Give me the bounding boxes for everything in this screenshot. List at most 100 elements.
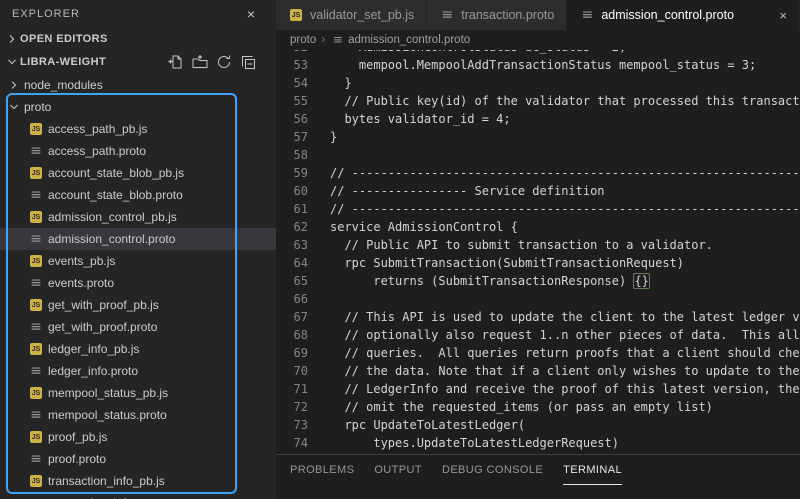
- file-name: admission_control.proto: [48, 232, 176, 246]
- code-line[interactable]: 65 returns (SubmitTransactionResponse) {…: [276, 272, 800, 290]
- workspace-section[interactable]: LIBRA-WEIGHT: [0, 50, 276, 74]
- line-number: 58: [293, 148, 308, 162]
- file-type-icon: [28, 429, 44, 445]
- file-row[interactable]: access_path_pb.js: [0, 118, 276, 140]
- file-row[interactable]: get_with_proof.proto: [0, 316, 276, 338]
- code-line[interactable]: 60 // ---------------- Service definitio…: [276, 182, 800, 200]
- file-row[interactable]: get_with_proof_pb.js: [0, 294, 276, 316]
- code-text: // -------------------------------------…: [330, 166, 800, 180]
- file-type-icon: [28, 451, 44, 467]
- file-name: account_state_blob_pb.js: [48, 166, 185, 180]
- file-type-icon: [28, 407, 44, 423]
- code-line[interactable]: 56 bytes validator_id = 4;: [276, 110, 800, 128]
- line-number: 62: [293, 220, 308, 234]
- file-row[interactable]: transaction_info_pb.js: [0, 470, 276, 492]
- code-text: bytes validator_id = 4;: [330, 112, 511, 126]
- line-number: 63: [293, 238, 308, 252]
- file-row[interactable]: ledger_info_pb.js: [0, 338, 276, 360]
- file-type-icon: [28, 275, 44, 291]
- tab-label: transaction.proto: [461, 8, 555, 22]
- code-line[interactable]: 70 // the data. Note that if a client on…: [276, 362, 800, 380]
- panel-tab-label: DEBUG CONSOLE: [441, 463, 544, 476]
- panel-tab[interactable]: DEBUG CONSOLE: [442, 455, 543, 485]
- file-row[interactable]: account_state_blob.proto: [0, 184, 276, 206]
- folder-node-modules[interactable]: node_modules: [0, 74, 276, 96]
- line-number: 73: [293, 418, 308, 432]
- editor-tab[interactable]: admission_control.proto ×: [567, 0, 800, 30]
- open-editors-section[interactable]: OPEN EDITORS: [0, 28, 276, 50]
- code-line[interactable]: 73 rpc UpdateToLatestLedger(: [276, 416, 800, 434]
- file-type-icon: [28, 143, 44, 159]
- line-number: 65: [293, 274, 308, 288]
- tab-close-icon[interactable]: ×: [779, 9, 787, 22]
- panel-tab-bar: PROBLEMS OUTPUT DEBUG CONSOLE TERMINAL: [290, 455, 800, 485]
- code-line[interactable]: 72 // omit the requested_items (or pass …: [276, 398, 800, 416]
- file-row[interactable]: events_pb.js: [0, 250, 276, 272]
- file-row[interactable]: proof.proto: [0, 448, 276, 470]
- code-lines: 52 AdmissionControlStatus ac_status = 2;…: [276, 50, 800, 452]
- code-line[interactable]: 71 // LedgerInfo and receive the proof o…: [276, 380, 800, 398]
- line-number: 67: [293, 310, 308, 324]
- code-line[interactable]: 63 // Public API to submit transaction t…: [276, 236, 800, 254]
- file-name: transaction_info_pb.js: [48, 474, 165, 488]
- code-line[interactable]: 68 // optionally also request 1..n other…: [276, 326, 800, 344]
- panel-tab[interactable]: TERMINAL: [563, 455, 622, 485]
- panel-tab[interactable]: PROBLEMS: [290, 455, 354, 485]
- code-line[interactable]: 54 }: [276, 74, 800, 92]
- panel-tab-label: TERMINAL: [563, 463, 622, 476]
- code-line[interactable]: 67 // This API is used to update the cli…: [276, 308, 800, 326]
- vscode-window: EXPLORER × OPEN EDITORS LIBRA-WEIGHT nod…: [0, 0, 800, 499]
- file-name: access_path_pb.js: [48, 122, 148, 136]
- code-line[interactable]: 58: [276, 146, 800, 164]
- line-number: 69: [293, 346, 308, 360]
- collapse-all-icon[interactable]: [240, 54, 256, 70]
- file-row[interactable]: admission_control.proto: [0, 228, 276, 250]
- code-text: // queries. All queries return proofs th…: [330, 346, 800, 360]
- file-row[interactable]: transaction_info.proto: [0, 492, 276, 499]
- code-editor[interactable]: 52 AdmissionControlStatus ac_status = 2;…: [276, 50, 800, 454]
- new-file-icon[interactable]: [168, 54, 184, 70]
- file-row[interactable]: mempool_status.proto: [0, 404, 276, 426]
- editor-tab[interactable]: transaction.proto: [427, 0, 568, 30]
- tab-label: admission_control.proto: [601, 8, 735, 22]
- close-icon[interactable]: ×: [247, 7, 256, 21]
- line-number: 59: [293, 166, 308, 180]
- code-line[interactable]: 57 }: [276, 128, 800, 146]
- code-line[interactable]: 53 mempool.MempoolAddTransactionStatus m…: [276, 56, 800, 74]
- panel-tab[interactable]: OUTPUT: [374, 455, 422, 485]
- file-row[interactable]: account_state_blob_pb.js: [0, 162, 276, 184]
- file-row[interactable]: admission_control_pb.js: [0, 206, 276, 228]
- code-line[interactable]: 69 // queries. All queries return proofs…: [276, 344, 800, 362]
- file-row[interactable]: mempool_status_pb.js: [0, 382, 276, 404]
- file-type-icon: [28, 297, 44, 313]
- code-text: mempool.MempoolAddTransactionStatus memp…: [330, 58, 757, 72]
- code-line[interactable]: 61 // ----------------------------------…: [276, 200, 800, 218]
- file-row[interactable]: events.proto: [0, 272, 276, 294]
- file-row[interactable]: access_path.proto: [0, 140, 276, 162]
- code-text: }: [330, 130, 338, 144]
- tab-label: validator_set_pb.js: [310, 8, 415, 22]
- file-row[interactable]: proof_pb.js: [0, 426, 276, 448]
- folder-proto[interactable]: proto: [0, 96, 276, 118]
- code-line[interactable]: 59 // ----------------------------------…: [276, 164, 800, 182]
- code-text: rpc UpdateToLatestLedger(: [330, 418, 526, 432]
- file-row[interactable]: ledger_info.proto: [0, 360, 276, 382]
- breadcrumb-folder[interactable]: proto: [290, 34, 316, 46]
- code-line[interactable]: 62 service AdmissionControl {: [276, 218, 800, 236]
- refresh-icon[interactable]: [216, 54, 232, 70]
- code-line[interactable]: 66: [276, 290, 800, 308]
- code-line[interactable]: 64 rpc SubmitTransaction(SubmitTransacti…: [276, 254, 800, 272]
- line-number: 53: [293, 58, 308, 72]
- file-name: ledger_info_pb.js: [48, 342, 140, 356]
- editor-tab[interactable]: validator_set_pb.js: [276, 0, 428, 30]
- code-line[interactable]: 74 types.UpdateToLatestLedgerRequest): [276, 434, 800, 452]
- line-number: 57: [293, 130, 308, 144]
- file-type-icon: [28, 121, 44, 137]
- code-line[interactable]: 55 // Public key(id) of the validator th…: [276, 92, 800, 110]
- new-folder-icon[interactable]: [192, 54, 208, 70]
- code-text: }: [330, 76, 352, 90]
- file-name: get_with_proof.proto: [48, 320, 158, 334]
- breadcrumb-file[interactable]: admission_control.proto: [348, 34, 470, 46]
- file-list: access_path_pb.js access_path.proto acco…: [0, 118, 276, 499]
